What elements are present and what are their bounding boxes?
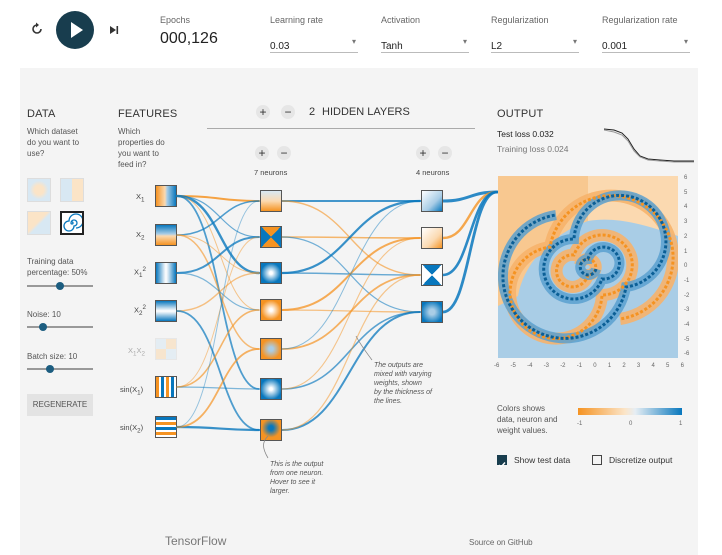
test-loss: Test loss 0.032 [497, 129, 554, 139]
check-icon [498, 462, 506, 469]
y-axis-ticks: 6 5 4 3 2 1 0 -1 -2 -3 -4 -5 -6 [684, 175, 690, 358]
footer [20, 505, 698, 555]
color-scale [578, 408, 682, 415]
tensorflow-logo-text[interactable]: TensorFlow [165, 534, 226, 548]
source-link[interactable]: Source on GitHub [469, 538, 533, 547]
show-test-data-label: Show test data [514, 455, 571, 465]
checkbox[interactable] [592, 455, 602, 465]
spiral-boundary [498, 176, 678, 358]
color-scale-label-mid: 0 [629, 421, 633, 427]
checkbox[interactable] [497, 455, 507, 469]
x-axis-ticks: -6 -5 -4 -3 -2 -1 0 1 2 3 4 5 6 [494, 363, 684, 369]
output-title: OUTPUT [497, 108, 544, 120]
color-scale-label-min: -1 [577, 421, 583, 427]
output-heatmap[interactable] [498, 176, 678, 358]
color-legend-text: Colors shows data, neuron and weight val… [497, 404, 558, 435]
color-scale-label-max: 1 [679, 421, 683, 427]
discretize-output-label: Discretize output [609, 455, 673, 465]
training-loss: Training loss 0.024 [497, 144, 569, 154]
loss-curve [604, 128, 694, 163]
